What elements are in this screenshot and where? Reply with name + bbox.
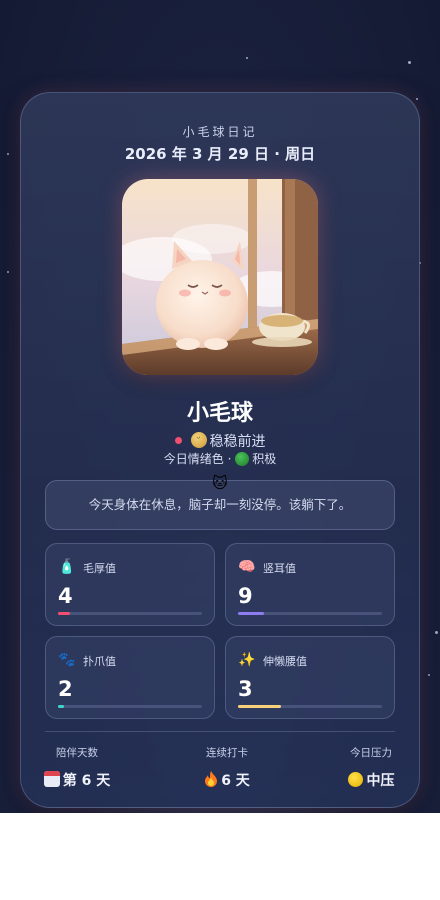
stat-progress-fill	[58, 612, 70, 615]
footer-stress: 今日压力 中压	[316, 745, 426, 790]
cat-illustration	[122, 179, 318, 375]
star	[408, 61, 411, 64]
quote-text: 今天身体在休息，脑子却一刻没停。该躺下了。	[88, 497, 352, 512]
stat-progress-fill	[58, 705, 64, 708]
mood-value: 积极	[252, 452, 277, 466]
stat-progress-track	[238, 705, 382, 708]
star	[246, 57, 248, 59]
stat-progress-track	[58, 612, 202, 615]
stat-progress-fill	[238, 612, 264, 615]
app-title: 小毛球日记	[182, 125, 258, 139]
footer-label: 连续打卡	[206, 747, 248, 759]
footer-streak: 连续打卡 6 天	[172, 745, 282, 790]
star	[416, 98, 418, 100]
status-text: 稳稳前进	[209, 434, 266, 450]
yellow-circle-icon	[347, 771, 363, 787]
stat-value: 9	[238, 584, 253, 608]
stat-label: 毛厚值	[83, 562, 116, 575]
date-heading: 2026 年 3 月 29 日 · 周日	[124, 145, 316, 163]
stat-value: 4	[58, 584, 73, 608]
footer-value: 6 天	[221, 773, 250, 789]
stat-card-fur[interactable]: 🧴 毛厚值 4	[45, 543, 215, 626]
star	[7, 153, 9, 155]
calendar-icon	[43, 771, 60, 787]
green-circle-icon	[235, 451, 250, 466]
stat-label: 伸懒腰值	[263, 655, 307, 668]
pet-status: ᵕ 稳稳前进	[21, 431, 419, 451]
stat-value: 3	[238, 677, 253, 701]
paw-icon: 🐾	[58, 652, 76, 668]
star	[435, 631, 438, 634]
stat-progress-track	[58, 705, 202, 708]
mood-line: 今日情绪色 · 积极	[21, 450, 419, 467]
smile-face-icon: ᵕ	[190, 432, 207, 448]
footer-value: 中压	[366, 773, 395, 789]
stat-card-pounce[interactable]: 🐾 扑爪值 2	[45, 636, 215, 719]
stat-label: 竖耳值	[263, 562, 296, 575]
footer-days: 陪伴天数 第 6 天	[22, 745, 132, 790]
stat-progress-fill	[238, 705, 282, 708]
star	[7, 271, 9, 273]
fire-icon	[205, 771, 218, 787]
stat-progress-track	[238, 612, 382, 615]
footer-label: 今日压力	[350, 747, 392, 759]
bottle-icon: 🧴	[58, 559, 76, 575]
background: 小毛球日记 2026 年 3 月 29 日 · 周日 小毛球 ᵕ 稳稳前进 今日…	[0, 0, 440, 813]
star	[428, 674, 430, 676]
status-dot	[174, 436, 182, 444]
footer-label: 陪伴天数	[56, 747, 98, 759]
pet-name: 小毛球	[186, 401, 253, 426]
sparkles-icon: ✨	[238, 652, 256, 668]
stat-card-stretch[interactable]: ✨ 伸懒腰值 3	[225, 636, 395, 719]
divider	[45, 731, 395, 732]
stat-card-ears[interactable]: 🧠 竖耳值 9	[225, 543, 395, 626]
mood-label: 今日情绪色	[163, 452, 224, 466]
stat-value: 2	[58, 677, 73, 701]
cat-face-icon: 🐱	[212, 474, 228, 492]
footer-value: 第 6 天	[62, 773, 111, 789]
stat-label: 扑爪值	[83, 655, 116, 668]
brain-icon: 🧠	[238, 559, 256, 575]
separator: ·	[227, 452, 236, 466]
diary-card: 小毛球日记 2026 年 3 月 29 日 · 周日 小毛球 ᵕ 稳稳前进 今日…	[20, 92, 420, 808]
pet-photo[interactable]	[122, 179, 318, 375]
